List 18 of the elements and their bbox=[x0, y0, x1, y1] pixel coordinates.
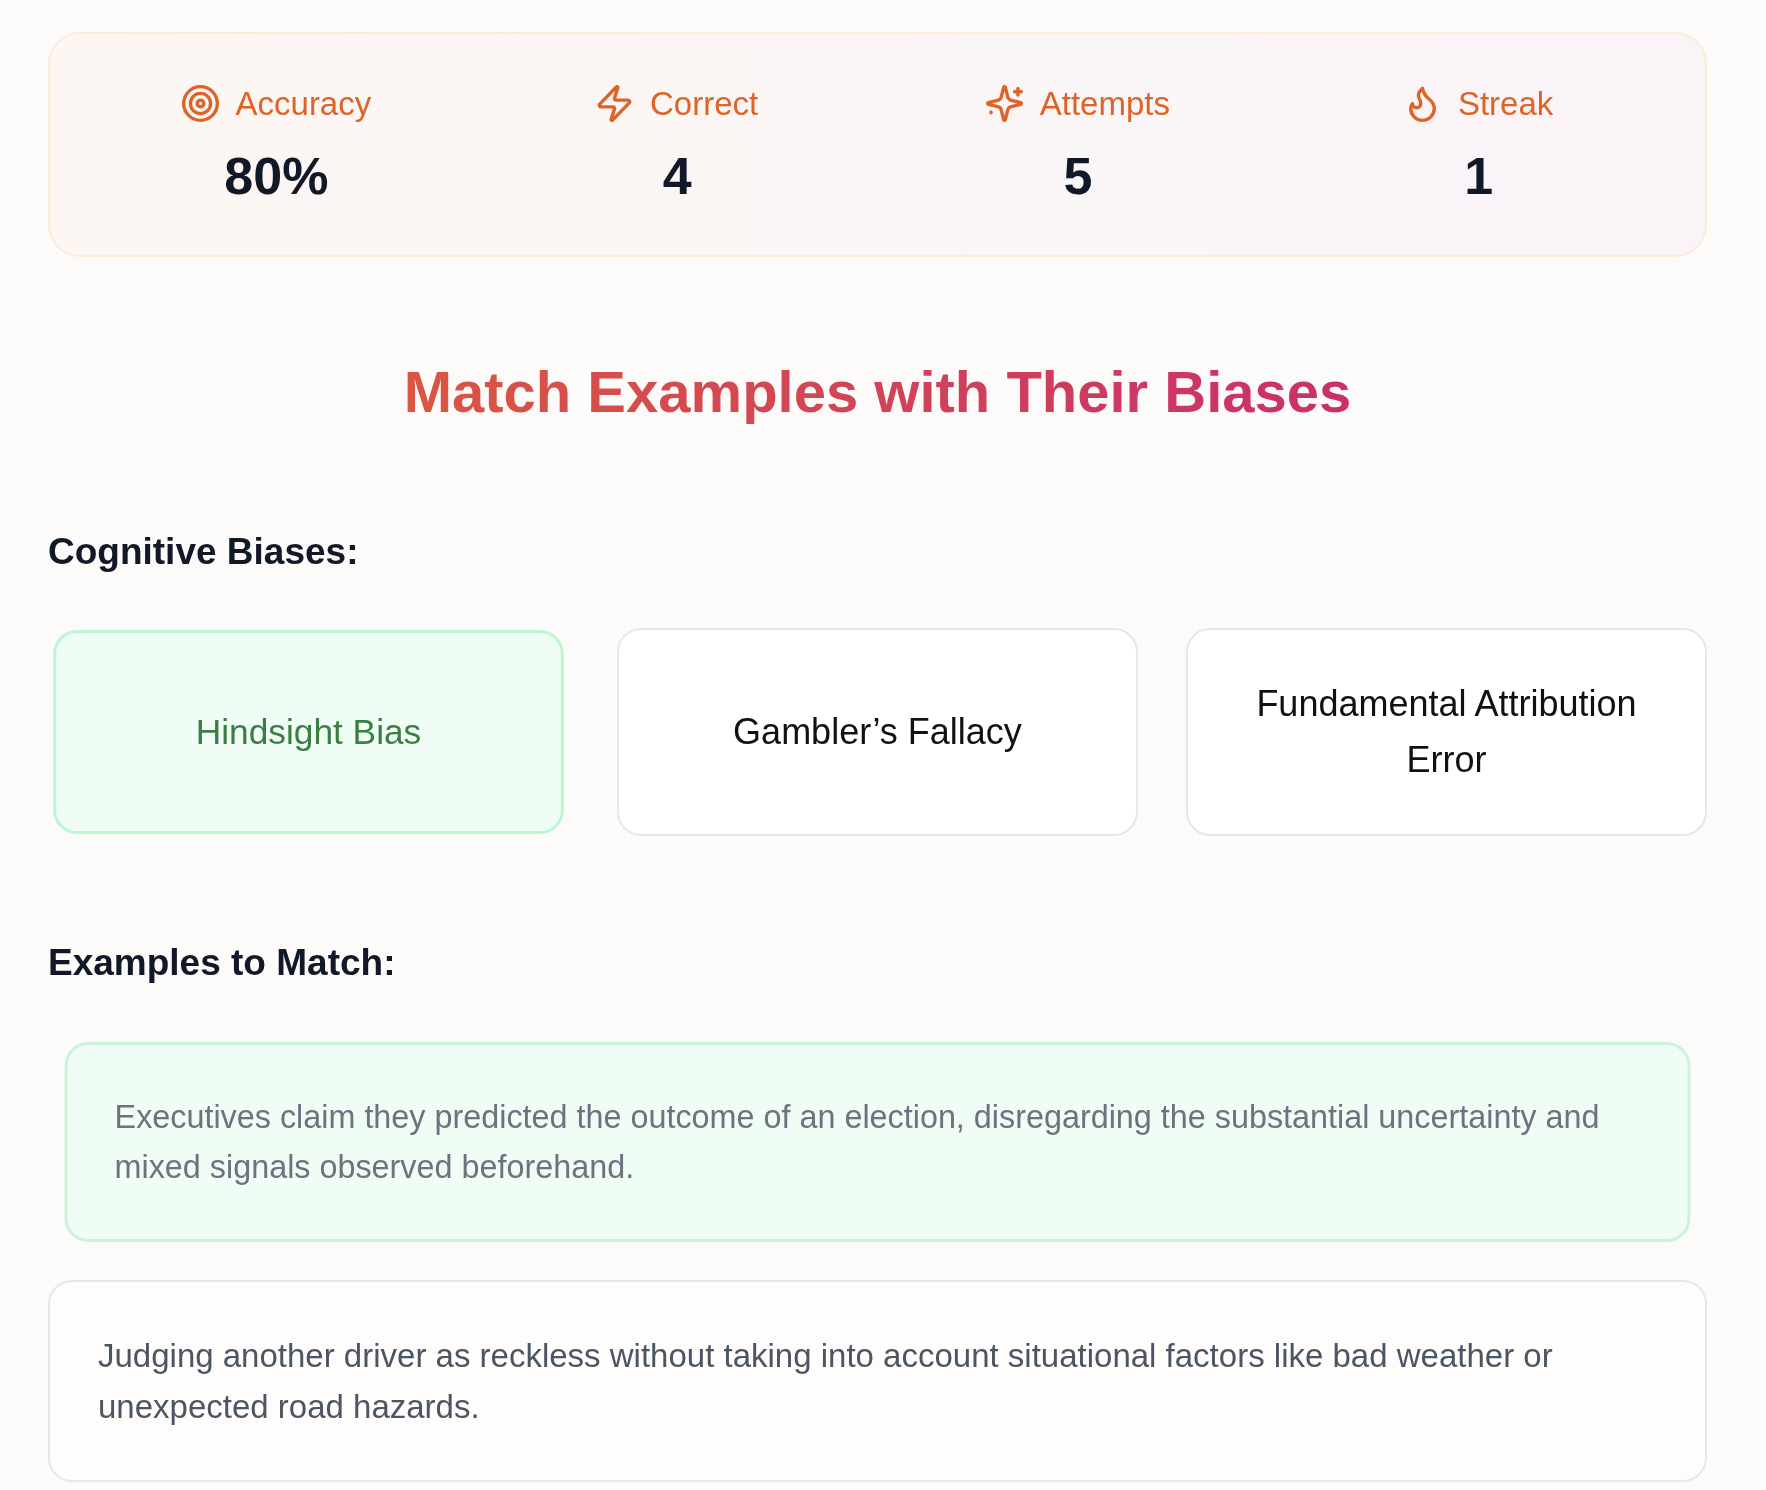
example-card[interactable]: Judging another driver as reckless without taking into account situational factors like bad weather or unexpected road hazards. bbox=[48, 1280, 1707, 1482]
lightning-icon bbox=[596, 85, 634, 122]
section-heading: Cognitive Biases: bbox=[48, 530, 360, 574]
target-icon bbox=[181, 85, 219, 122]
stat-label: Accuracy bbox=[235, 83, 372, 124]
stat-value: 80% bbox=[224, 145, 329, 206]
stat-value: 4 bbox=[662, 145, 692, 206]
bias-card[interactable]: Hindsight Bias bbox=[53, 630, 564, 834]
stat-label: Correct bbox=[650, 83, 759, 124]
stat-label: Streak bbox=[1457, 83, 1554, 124]
bias-card[interactable]: Gambler’s Fallacy bbox=[617, 628, 1138, 836]
stat-value: 1 bbox=[1464, 145, 1494, 206]
section-heading: Examples to Match: bbox=[48, 941, 397, 985]
sparkle-icon bbox=[985, 85, 1023, 122]
bias-card[interactable]: Fundamental Attribution Error bbox=[1186, 628, 1707, 836]
stat-value: 5 bbox=[1063, 145, 1093, 206]
stat-label: Attempts bbox=[1039, 83, 1170, 124]
example-card[interactable]: Executives claim they predicted the outcome of an election, disregarding the substantial uncertainty and mixed signals observed beforehand. bbox=[64, 1042, 1691, 1242]
